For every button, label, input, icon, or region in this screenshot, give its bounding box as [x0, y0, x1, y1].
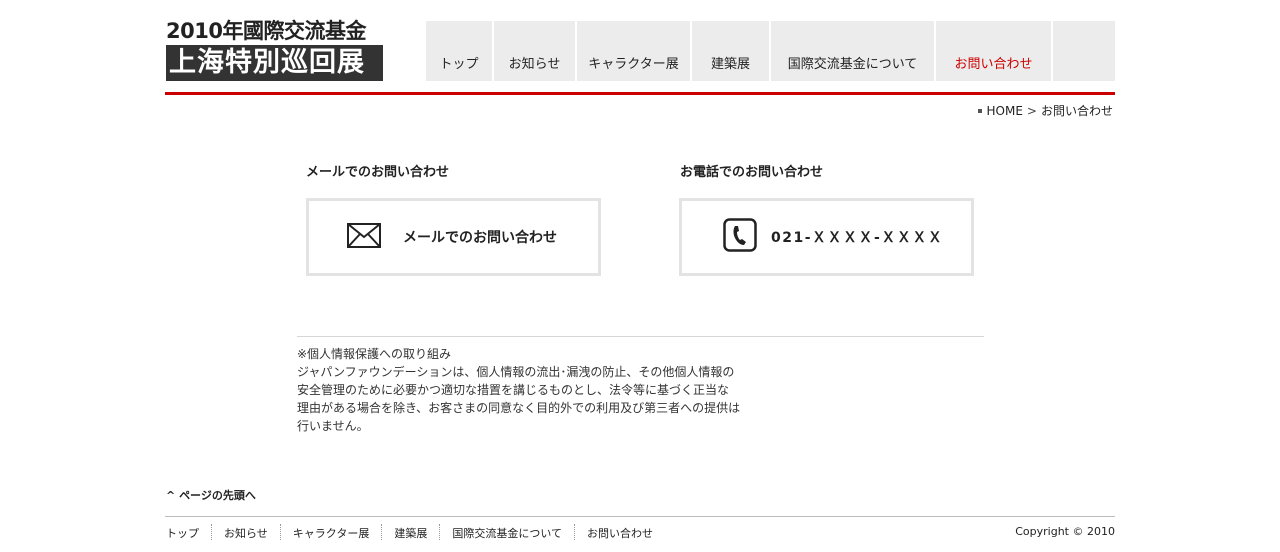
footer-divider — [165, 516, 1115, 517]
caret-up-icon: ^ — [166, 489, 176, 502]
footer-separator — [439, 524, 441, 540]
footer-separator — [574, 524, 576, 540]
footer-link-architecture-exhibition[interactable]: 建築展 — [394, 525, 427, 541]
breadcrumb: HOME > お問い合わせ — [977, 102, 1113, 119]
nav-item-architecture-exhibition[interactable]: 建築展 — [692, 21, 769, 81]
breadcrumb-separator: > — [1026, 103, 1037, 118]
privacy-notice: ※個人情報保護への取り組み ジャパンファウンデーションは、個人情報の流出･漏洩の… — [297, 345, 740, 435]
logo-title: 2010年國際交流基金 — [166, 19, 366, 43]
global-nav: トップ お知らせ キャラクター展 建築展 国際交流基金について お問い合わせ — [426, 21, 1115, 81]
mail-contact-title: メールでのお問い合わせ — [306, 165, 450, 180]
copyright: Copyright © 2010 — [1015, 525, 1115, 538]
footer-link-character-exhibition[interactable]: キャラクター展 — [293, 525, 370, 541]
phone-number: 021-ＸＸＸＸ-ＸＸＸＸ — [771, 230, 944, 246]
bullet-icon — [977, 108, 982, 113]
envelope-icon — [347, 222, 381, 252]
nav-item-character-exhibition[interactable]: キャラクター展 — [577, 21, 690, 81]
header-divider — [165, 92, 1115, 95]
privacy-heading: ※個人情報保護への取り組み — [297, 347, 452, 361]
phone-icon — [723, 218, 757, 256]
footer-separator — [211, 524, 212, 540]
nav-item-contact[interactable]: お問い合わせ — [936, 21, 1051, 81]
nav-item-blank — [1053, 21, 1115, 81]
footer-separator — [279, 524, 281, 540]
breadcrumb-current: お問い合わせ — [1040, 104, 1113, 118]
footer-nav: トップ お知らせ キャラクター展 建築展 国際交流基金について お問い合わせ — [166, 524, 653, 541]
footer-link-about-foundation[interactable]: 国際交流基金について — [452, 525, 562, 541]
section-divider — [297, 336, 984, 337]
nav-item-top[interactable]: トップ — [426, 21, 492, 81]
page-top-link[interactable]: ^ ページの先頭へ — [166, 487, 256, 503]
nav-item-about-foundation[interactable]: 国際交流基金について — [771, 21, 934, 81]
privacy-line: 行いません。 — [297, 419, 369, 433]
footer-separator — [381, 524, 383, 540]
logo-subtitle: 上海特別巡回展 — [166, 45, 383, 81]
phone-contact-title: お電話でのお問い合わせ — [680, 165, 824, 180]
site-logo[interactable]: 2010年國際交流基金 上海特別巡回展 — [166, 18, 383, 81]
footer-link-news[interactable]: お知らせ — [224, 525, 268, 541]
page-top-label: ページの先頭へ — [179, 489, 256, 502]
mail-contact-label: メールでのお問い合わせ — [403, 230, 557, 246]
nav-item-news[interactable]: お知らせ — [494, 21, 575, 81]
mail-contact-button[interactable]: メールでのお問い合わせ — [306, 198, 601, 276]
breadcrumb-home-link[interactable]: HOME — [987, 104, 1023, 118]
privacy-line: 理由がある場合を除き、お客さまの同意なく目的外での利用及び第三者への提供は — [297, 401, 741, 415]
footer-link-contact[interactable]: お問い合わせ — [587, 525, 653, 541]
phone-contact-box: 021-ＸＸＸＸ-ＸＸＸＸ — [679, 198, 974, 276]
footer-link-top[interactable]: トップ — [166, 525, 199, 541]
privacy-line: ジャパンファウンデーションは、個人情報の流出･漏洩の防止、その他個人情報の — [297, 365, 735, 379]
privacy-line: 安全管理のために必要かつ適切な措置を講じるものとし、法令等に基づく正当な — [297, 383, 730, 397]
